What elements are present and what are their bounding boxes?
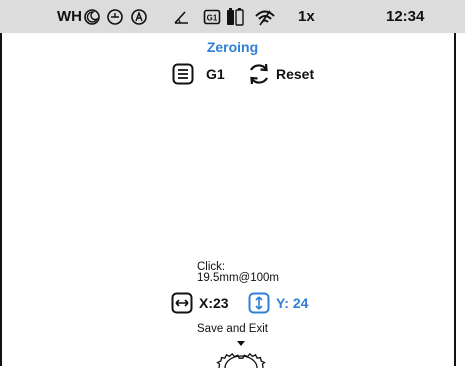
profile-selector[interactable]: [172, 63, 194, 90]
horizontal-arrows-icon: [171, 292, 193, 319]
vertical-arrows-icon: [248, 292, 270, 319]
moon-icon: [83, 0, 101, 33]
battery-icon: [226, 0, 244, 33]
status-bar: WH G1 1x 12:34: [0, 0, 465, 33]
wifi-icon: [254, 0, 276, 33]
click-info: Click: 19.5mm@100m: [197, 261, 279, 284]
timer-icon: [106, 0, 124, 33]
list-icon: [172, 63, 194, 89]
toolbar: G1 Reset: [0, 62, 465, 86]
profile-label[interactable]: G1: [206, 66, 225, 82]
reset-label: Reset: [276, 66, 315, 82]
dial-icon: [216, 338, 266, 373]
svg-text:G1: G1: [207, 13, 218, 22]
click-value: 19.5mm@100m: [197, 272, 279, 284]
coordinates-row: X:23 Y: 24: [0, 292, 465, 314]
page-title: Zeroing: [206, 39, 259, 55]
auto-mode-icon: [130, 0, 148, 33]
refresh-icon: [246, 61, 272, 92]
g1-badge-icon: G1: [203, 0, 221, 33]
y-value: Y: 24: [276, 295, 309, 311]
clock: 12:34: [386, 8, 425, 25]
profile-indicator: WH: [57, 8, 82, 25]
angle-icon: [173, 0, 191, 33]
x-value: X:23: [199, 295, 229, 311]
zoom-level: 1x: [298, 8, 315, 25]
save-and-exit-label: Save and Exit: [197, 323, 268, 335]
